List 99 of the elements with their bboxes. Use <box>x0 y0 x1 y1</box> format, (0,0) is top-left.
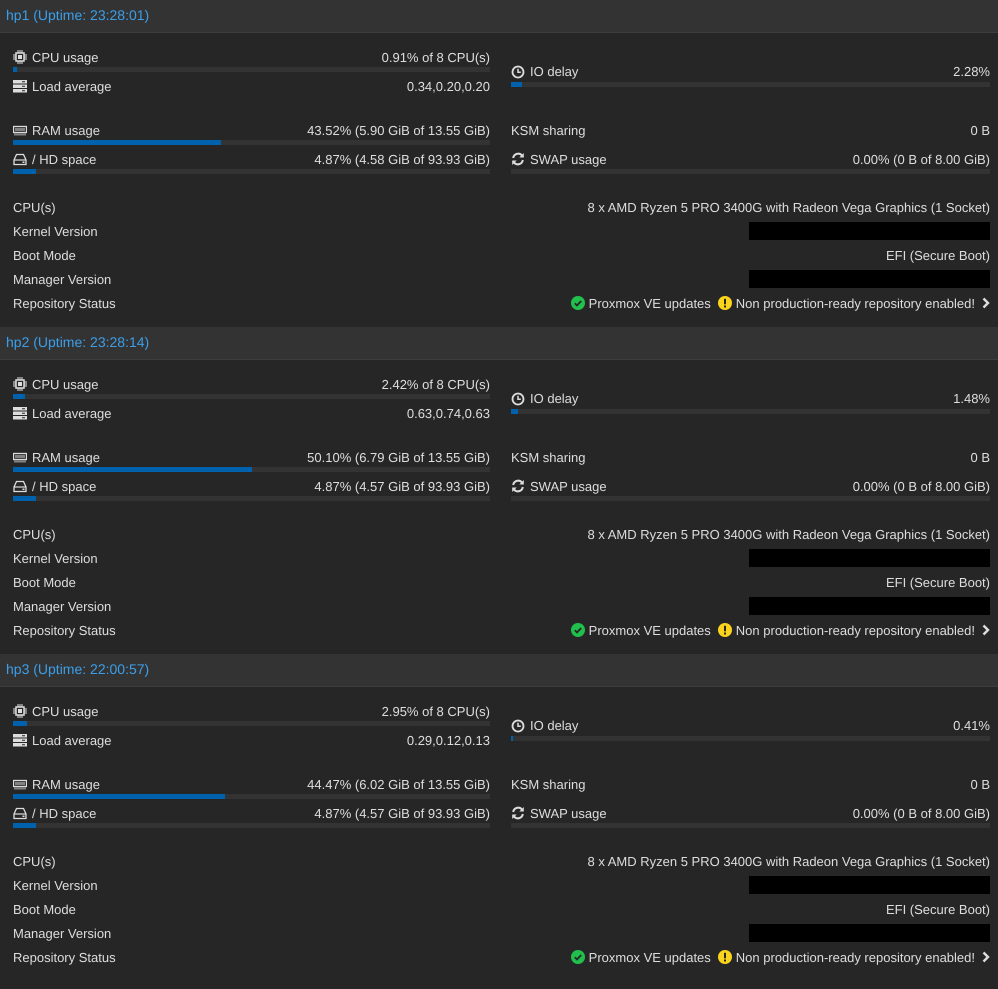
clock-icon <box>511 718 525 732</box>
metric-label: CPU usage <box>32 704 98 718</box>
info-label: Kernel Version <box>13 224 98 238</box>
info-label: Kernel Version <box>13 550 98 566</box>
info-label: CPU(s) <box>13 854 56 868</box>
info-value: EFI (Secure Boot) <box>886 574 990 590</box>
clock-icon <box>511 392 525 406</box>
refresh-icon <box>511 806 525 820</box>
info-value: 8 x AMD Ryzen 5 PRO 3400G with Radeon Vega Graphics (1 Socket) <box>588 854 990 868</box>
info-label: Manager Version <box>13 598 112 614</box>
check-circle-icon <box>570 296 585 310</box>
info-value: 8 x AMD Ryzen 5 PRO 3400G with Radeon Vega Graphics (1 Socket) <box>588 200 990 214</box>
metric-value: 2.95% of 8 CPU(s) <box>382 704 490 718</box>
metric-value: 50.10% (6.79 GiB of 13.55 GiB) <box>307 450 490 464</box>
status-text: Non production-ready repository enabled! <box>736 296 975 310</box>
status-text: Proxmox VE updates <box>588 296 711 310</box>
metric-label: / HD space <box>32 152 96 166</box>
check-circle-icon <box>570 950 585 964</box>
metric-label: KSM sharing <box>511 450 586 464</box>
chip-icon <box>13 50 27 64</box>
metric-label: SWAP usage <box>530 806 607 820</box>
metric-value: 0 B <box>970 122 990 138</box>
info-label: Repository Status <box>13 622 116 638</box>
server-icon <box>13 79 27 93</box>
hard-drive-icon <box>13 152 27 166</box>
info-label: Boot Mode <box>13 574 76 590</box>
status-text: Non production-ready repository enabled! <box>736 950 975 964</box>
memory-icon <box>13 123 27 137</box>
status-text: Proxmox VE updates <box>588 950 711 964</box>
warning-icon <box>718 623 732 637</box>
info-value: 8 x AMD Ryzen 5 PRO 3400G with Radeon Vega Graphics (1 Socket) <box>588 526 990 542</box>
metric-value: 0.34,0.20,0.20 <box>406 78 490 94</box>
server-icon <box>13 733 27 747</box>
metric-value: 0 B <box>970 776 990 792</box>
metric-label: RAM usage <box>32 122 100 138</box>
info-label: Manager Version <box>13 272 112 286</box>
metric-label: IO delay <box>530 64 578 79</box>
hard-drive-icon <box>13 806 27 820</box>
metric-label: RAM usage <box>32 450 100 464</box>
warning-icon <box>718 296 732 310</box>
status-text: Proxmox VE updates <box>588 622 711 638</box>
info-label: Boot Mode <box>13 902 76 916</box>
server-icon <box>13 406 27 420</box>
metric-value: 4.87% (4.57 GiB of 93.93 GiB) <box>314 478 490 494</box>
memory-icon <box>13 777 27 791</box>
metric-value: 0 B <box>970 450 990 464</box>
metric-value: 44.47% (6.02 GiB of 13.55 GiB) <box>307 776 490 792</box>
info-value: EFI (Secure Boot) <box>886 902 990 916</box>
metric-label: SWAP usage <box>530 152 607 166</box>
chevron-right-icon[interactable] <box>982 624 990 636</box>
chip-icon <box>13 377 27 391</box>
panel-title: hp1 (Uptime: 23:28:01) <box>0 0 998 33</box>
info-label: CPU(s) <box>13 200 56 214</box>
metric-label: CPU usage <box>32 50 98 64</box>
metric-value: 1.48% <box>953 391 990 406</box>
metric-value: 0.29,0.12,0.13 <box>406 732 490 748</box>
metric-label: KSM sharing <box>511 776 586 792</box>
metric-value: 2.42% of 8 CPU(s) <box>382 376 490 392</box>
warning-icon <box>718 950 732 964</box>
refresh-icon <box>511 152 525 166</box>
info-label: CPU(s) <box>13 526 56 542</box>
metric-value: 0.00% (0 B of 8.00 GiB) <box>852 806 990 820</box>
metric-value: 0.00% (0 B of 8.00 GiB) <box>852 152 990 166</box>
check-circle-icon <box>570 623 585 637</box>
status-text: Non production-ready repository enabled! <box>736 622 975 638</box>
metric-value: 0.41% <box>953 718 990 733</box>
metric-label: Load average <box>32 732 112 748</box>
panel-title: hp2 (Uptime: 23:28:14) <box>0 327 998 360</box>
panel-title: hp3 (Uptime: 22:00:57) <box>0 654 998 687</box>
metric-label: Load average <box>32 78 112 94</box>
refresh-icon <box>511 479 525 493</box>
metric-label: RAM usage <box>32 776 100 792</box>
metric-label: CPU usage <box>32 376 98 392</box>
memory-icon <box>13 450 27 464</box>
clock-icon <box>511 64 525 78</box>
info-label: Manager Version <box>13 926 112 940</box>
info-label: Kernel Version <box>13 878 98 892</box>
metric-label: / HD space <box>32 806 96 820</box>
metric-label: SWAP usage <box>530 478 607 494</box>
metric-label: IO delay <box>530 718 578 733</box>
chevron-right-icon[interactable] <box>982 297 990 309</box>
info-value: EFI (Secure Boot) <box>886 248 990 262</box>
metric-value: 0.91% of 8 CPU(s) <box>382 50 490 64</box>
chip-icon <box>13 704 27 718</box>
metric-value: 0.63,0.74,0.63 <box>406 406 490 420</box>
info-label: Repository Status <box>13 950 116 964</box>
metric-label: IO delay <box>530 391 578 406</box>
metric-label: KSM sharing <box>511 122 586 138</box>
metric-label: / HD space <box>32 478 96 494</box>
metric-value: 0.00% (0 B of 8.00 GiB) <box>852 478 990 494</box>
metric-value: 4.87% (4.57 GiB of 93.93 GiB) <box>314 806 490 820</box>
metric-value: 2.28% <box>953 64 990 79</box>
hard-drive-icon <box>13 479 27 493</box>
chevron-right-icon[interactable] <box>982 951 990 963</box>
metric-value: 43.52% (5.90 GiB of 13.55 GiB) <box>307 122 490 138</box>
info-label: Boot Mode <box>13 248 76 262</box>
metric-value: 4.87% (4.58 GiB of 93.93 GiB) <box>314 152 490 166</box>
info-label: Repository Status <box>13 296 116 310</box>
metric-label: Load average <box>32 406 112 420</box>
